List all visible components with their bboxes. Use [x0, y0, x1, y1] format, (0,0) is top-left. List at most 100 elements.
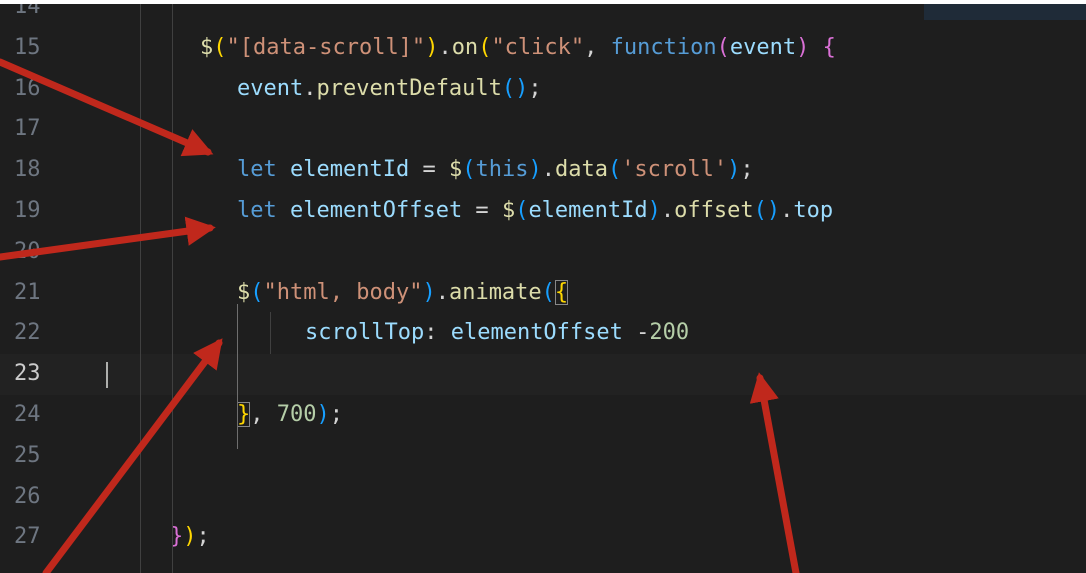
code-text: });: [170, 517, 210, 558]
code-token: :: [424, 320, 451, 346]
code-token: let: [237, 157, 277, 183]
code-token: ;: [329, 402, 343, 427]
code-token: elementOffset: [290, 198, 463, 223]
code-token: (: [213, 34, 227, 60]
code-token: ;: [196, 524, 210, 550]
line-number: 20: [14, 238, 41, 264]
code-token: ): [528, 157, 542, 183]
code-token: ): [183, 524, 197, 550]
code-token: ): [425, 34, 439, 60]
code-token: ): [422, 279, 436, 305]
code-token: $: [448, 157, 463, 183]
code-token: ): [316, 402, 330, 427]
code-text: let elementOffset = $(elementId).offset(…: [237, 191, 833, 232]
code-token: .: [435, 279, 449, 305]
line-number: 15: [14, 34, 41, 60]
code-token: ,: [584, 34, 611, 60]
code-token: $: [237, 279, 251, 305]
code-token: (: [462, 157, 476, 183]
code-token: event: [237, 75, 304, 101]
code-line-18[interactable]: 18 let elementId = $(this).data('scroll')…: [0, 150, 1086, 191]
code-line-24[interactable]: 24}, 700);: [0, 395, 1086, 436]
code-line-22[interactable]: 22 scrollTop: elementOffset -200: [0, 313, 1086, 354]
code-token: event: [729, 34, 797, 60]
code-line-23[interactable]: 23: [0, 354, 1086, 395]
code-token: (: [515, 198, 529, 223]
matched-bracket: }: [237, 402, 251, 427]
code-token: (: [716, 34, 730, 60]
code-token: 700: [276, 402, 317, 427]
code-line-25[interactable]: 25: [0, 436, 1086, 477]
code-line-21[interactable]: 21 $("html, body").animate({: [0, 273, 1086, 314]
code-token: offset: [674, 198, 754, 223]
code-line-20[interactable]: 20: [0, 232, 1086, 273]
code-line-16[interactable]: 16 event.preventDefault();: [0, 69, 1086, 110]
line-number: 19: [14, 198, 41, 223]
code-token: =: [462, 198, 502, 223]
line-number: 17: [14, 116, 41, 142]
code-token: data: [554, 157, 608, 183]
line-number: 21: [14, 279, 41, 305]
line-number: 14: [14, 4, 41, 19]
code-token: ): [796, 34, 810, 60]
line-number: 22: [14, 320, 41, 346]
code-token: elementId: [290, 157, 410, 183]
line-number: 25: [14, 442, 41, 468]
code-token: .: [780, 198, 794, 223]
code-token: .: [303, 75, 317, 101]
code-token: elementId: [528, 198, 648, 223]
code-text: event.preventDefault();: [237, 69, 542, 110]
code-token: .: [660, 198, 675, 223]
code-line-14[interactable]: 14: [0, 4, 1086, 28]
line-number: 23: [14, 361, 41, 387]
code-token: (: [541, 279, 555, 305]
indent-guide: [270, 312, 271, 354]
text-cursor: [106, 362, 108, 389]
code-token: ): [727, 157, 741, 183]
code-text: }, 700);: [237, 395, 343, 436]
code-line-15[interactable]: 15 $("[data-scroll]").on("click", functio…: [0, 28, 1086, 69]
code-token: let: [237, 198, 277, 223]
code-token: on: [451, 34, 479, 60]
code-token: 200: [649, 320, 690, 346]
code-token: ): [647, 198, 661, 223]
code-text: $("[data-scroll]").on("click", function(…: [200, 28, 836, 69]
code-token: $: [200, 34, 214, 60]
line-number: 26: [14, 483, 41, 509]
code-line-19[interactable]: 19 let elementOffset = $(elementId).offse…: [0, 191, 1086, 232]
code-token: preventDefault: [316, 75, 502, 101]
code-token: .: [438, 34, 452, 60]
code-token: -: [636, 320, 650, 346]
matched-bracket: {: [554, 279, 569, 305]
screenshot-stage: 14 15 $("[data-scroll]").on("click", funct…: [0, 0, 1086, 573]
line-number: 16: [14, 75, 41, 101]
code-token: (: [250, 279, 264, 305]
code-line-27[interactable]: 27});: [0, 517, 1086, 558]
code-token: (): [501, 75, 529, 101]
code-token: (: [607, 157, 622, 183]
code-token: =: [409, 157, 449, 183]
code-token: $: [501, 198, 516, 223]
indent-guide: [140, 4, 141, 573]
code-editor[interactable]: 14 15 $("[data-scroll]").on("click", funct…: [0, 4, 1086, 573]
code-token: function: [610, 34, 717, 60]
code-token: .: [541, 157, 555, 183]
line-number: 18: [14, 157, 41, 183]
code-token: this: [475, 157, 529, 183]
code-token: (): [753, 198, 781, 223]
code-text: $("html, body").animate({: [237, 273, 569, 314]
line-number: 24: [14, 402, 41, 427]
code-token: "[data-scroll]": [226, 34, 426, 60]
code-text: scrollTop: elementOffset -200: [305, 313, 689, 354]
code-line-17[interactable]: 17: [0, 109, 1086, 150]
code-token: 'scroll': [621, 157, 728, 183]
code-token: {: [822, 34, 836, 60]
code-token: animate: [448, 279, 542, 305]
code-line-26[interactable]: 26: [0, 477, 1086, 518]
code-token: ;: [740, 157, 754, 183]
code-token: ,: [250, 402, 277, 427]
